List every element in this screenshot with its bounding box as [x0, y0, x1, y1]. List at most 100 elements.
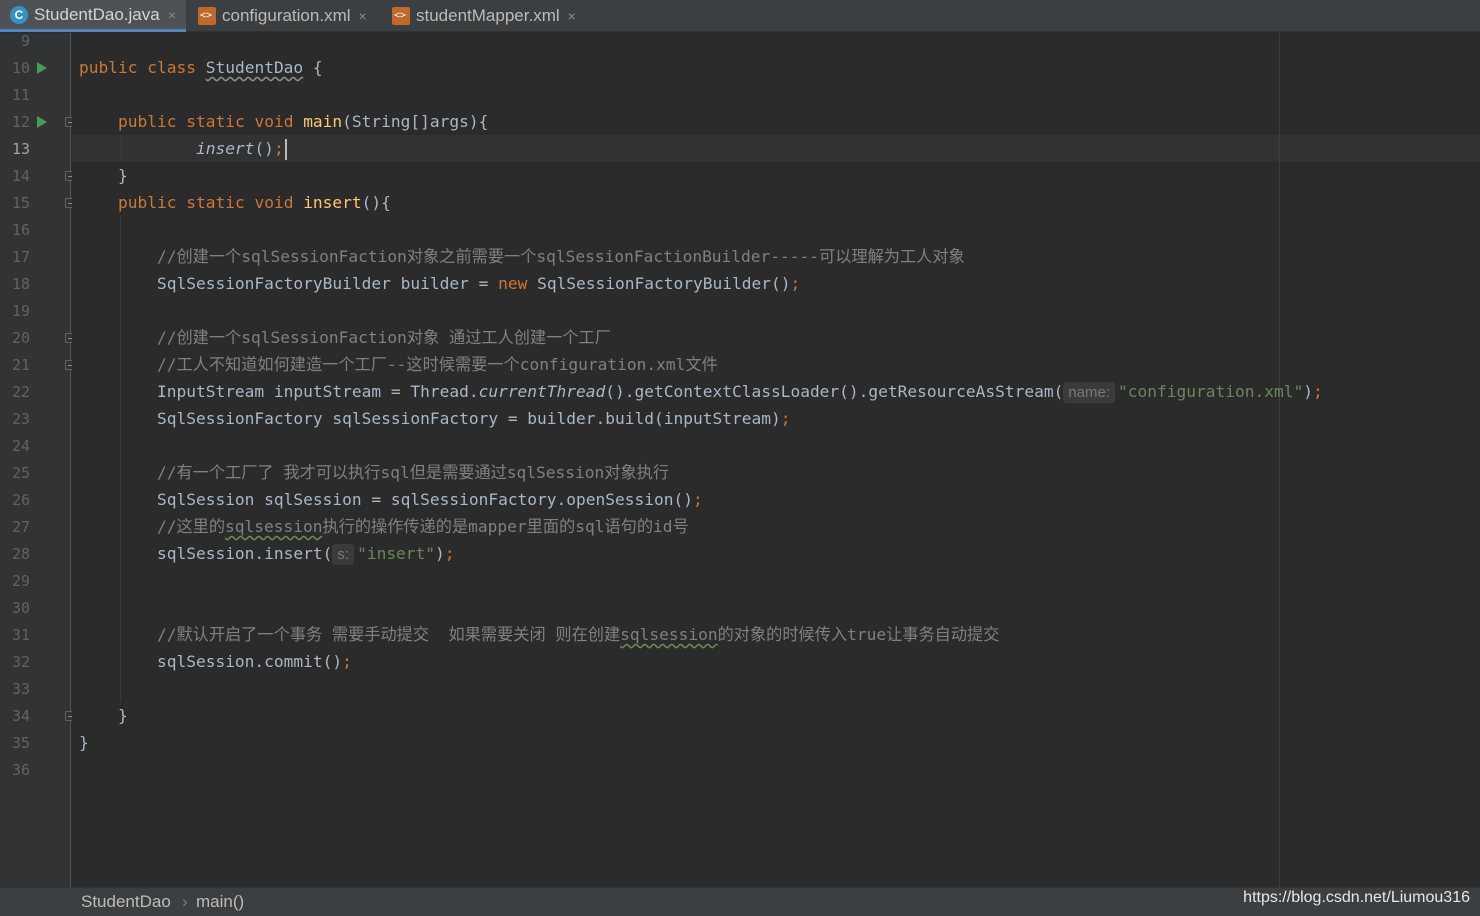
- code-text: {: [303, 58, 323, 77]
- code-line-17[interactable]: //创建一个sqlSessionFaction对象之前需要一个sqlSessio…: [79, 243, 965, 270]
- code-line-13[interactable]: insert();: [79, 135, 287, 162]
- comment: //有一个工厂了 我才可以执行sql但是需要通过sqlSession对象执行: [156, 463, 670, 482]
- keyword: void: [254, 112, 294, 131]
- semicolon: ;: [273, 139, 284, 158]
- keyword: static: [186, 193, 245, 212]
- code-line-26[interactable]: SqlSession sqlSession = sqlSessionFactor…: [79, 486, 703, 513]
- keyword: void: [254, 193, 294, 212]
- comment-typo: sqlsession: [620, 625, 718, 644]
- semicolon: ;: [342, 652, 352, 671]
- breadcrumb: StudentDao › main() https://blog.csdn.ne…: [0, 887, 1480, 916]
- line-number-current: 13: [11, 140, 30, 158]
- semicolon: ;: [1312, 382, 1323, 401]
- code-text: SqlSessionFactory sqlSessionFactory = bu…: [156, 409, 781, 428]
- keyword: public: [79, 58, 138, 77]
- code-line-12[interactable]: public static void main(String[]args){: [79, 108, 488, 135]
- parameter-hint: name:: [1063, 382, 1116, 403]
- semicolon: ;: [780, 409, 791, 428]
- code-text: (String[]args){: [342, 112, 489, 131]
- code-text: }: [117, 706, 128, 725]
- code-line-34[interactable]: }: [79, 702, 128, 729]
- code-line-35[interactable]: }: [79, 729, 89, 756]
- code-line-25[interactable]: //有一个工厂了 我才可以执行sql但是需要通过sqlSession对象执行: [79, 459, 669, 486]
- tab-studentmapper-xml[interactable]: studentMapper.xml ×: [382, 0, 592, 32]
- code-text: ): [1303, 382, 1313, 401]
- line-number: 27: [11, 518, 30, 536]
- close-icon[interactable]: ×: [168, 7, 176, 23]
- code-line-32[interactable]: sqlSession.commit();: [79, 648, 352, 675]
- line-number: 18: [11, 275, 30, 293]
- method-call: insert: [195, 139, 255, 158]
- comment: 执行的操作传递的是mapper里面的sql语句的id号: [322, 517, 689, 536]
- line-number: 9: [20, 32, 30, 50]
- method-name: insert: [303, 193, 362, 212]
- keyword: static: [186, 112, 245, 131]
- comment-typo: sqlsession: [225, 517, 323, 536]
- line-number: 11: [11, 86, 30, 104]
- line-number-gutter[interactable]: 9 10 11 12 13 14 15 16 17 18 19 20 21 22…: [0, 32, 75, 887]
- class-name: StudentDao: [205, 58, 304, 77]
- keyword: public: [117, 112, 177, 131]
- line-number: 24: [11, 437, 30, 455]
- java-class-icon: C: [10, 5, 28, 24]
- code-line-28[interactable]: sqlSession.insert(s: "insert");: [79, 540, 455, 567]
- line-number: 34: [11, 707, 30, 725]
- tab-label: studentMapper.xml: [416, 6, 560, 25]
- line-number: 14: [11, 167, 30, 185]
- semicolon: ;: [790, 274, 801, 293]
- line-number: 10: [11, 59, 30, 77]
- line-number: 26: [11, 491, 30, 509]
- line-number: 15: [11, 194, 30, 212]
- code-line-21[interactable]: //工人不知道如何建造一个工厂--这时候需要一个configuration.xm…: [79, 351, 718, 378]
- code-text: }: [79, 733, 89, 752]
- string-literal: "insert": [357, 544, 436, 563]
- line-number: 21: [11, 356, 30, 374]
- tab-label: StudentDao.java: [34, 4, 160, 24]
- code-line-23[interactable]: SqlSessionFactory sqlSessionFactory = bu…: [79, 405, 790, 432]
- code-line-20[interactable]: //创建一个sqlSessionFaction对象 通过工人创建一个工厂: [79, 324, 611, 351]
- tab-configuration-xml[interactable]: configuration.xml ×: [188, 0, 380, 32]
- line-number: 28: [11, 545, 30, 563]
- line-number: 29: [11, 572, 30, 590]
- keyword: new: [498, 274, 528, 293]
- code-text: sqlSession.commit(): [156, 652, 343, 671]
- line-number: 23: [11, 410, 30, 428]
- code-line-15[interactable]: public static void insert(){: [79, 189, 391, 216]
- breadcrumb-class[interactable]: StudentDao: [81, 892, 171, 912]
- text-caret: [284, 139, 287, 160]
- line-number: 36: [11, 761, 30, 779]
- semicolon: ;: [692, 490, 703, 509]
- right-margin-guide: [1279, 33, 1280, 887]
- comment: //默认开启了一个事务 需要手动提交 如果需要关闭 则在创建: [156, 625, 621, 644]
- code-line-14[interactable]: }: [79, 162, 128, 189]
- code-line-18[interactable]: SqlSessionFactoryBuilder builder = new S…: [79, 270, 800, 297]
- code-line-10[interactable]: public class StudentDao {: [79, 54, 323, 81]
- code-text: sqlSession.insert(: [156, 544, 333, 563]
- line-number: 12: [11, 113, 30, 131]
- code-text: ): [435, 544, 445, 563]
- parameter-hint: s:: [332, 544, 355, 565]
- run-main-icon[interactable]: [37, 116, 47, 128]
- comment: //创建一个sqlSessionFaction对象 通过工人创建一个工厂: [156, 328, 611, 347]
- line-number: 31: [11, 626, 30, 644]
- line-number: 30: [11, 599, 30, 617]
- close-icon[interactable]: ×: [568, 8, 576, 24]
- line-number: 16: [11, 221, 30, 239]
- code-line-22[interactable]: InputStream inputStream = Thread.current…: [79, 378, 1323, 405]
- line-number: 35: [11, 734, 30, 752]
- line-number: 17: [11, 248, 30, 266]
- comment: //工人不知道如何建造一个工厂--这时候需要一个configuration.xm…: [156, 355, 718, 374]
- code-editor[interactable]: public class StudentDao { public static …: [72, 33, 1480, 887]
- line-number: 33: [11, 680, 30, 698]
- code-line-27[interactable]: //这里的sqlsession执行的操作传递的是mapper里面的sql语句的i…: [79, 513, 689, 540]
- code-text: (): [254, 139, 274, 158]
- run-class-icon[interactable]: [37, 62, 47, 74]
- comment: //创建一个sqlSessionFaction对象之前需要一个sqlSessio…: [156, 247, 965, 266]
- line-number: 22: [11, 383, 30, 401]
- watermark: https://blog.csdn.net/Liumou316: [1243, 889, 1470, 906]
- keyword: public: [117, 193, 177, 212]
- breadcrumb-method[interactable]: main(): [196, 892, 244, 912]
- close-icon[interactable]: ×: [359, 8, 367, 24]
- code-line-31[interactable]: //默认开启了一个事务 需要手动提交 如果需要关闭 则在创建sqlsession…: [79, 621, 999, 648]
- xml-file-icon: [392, 7, 410, 25]
